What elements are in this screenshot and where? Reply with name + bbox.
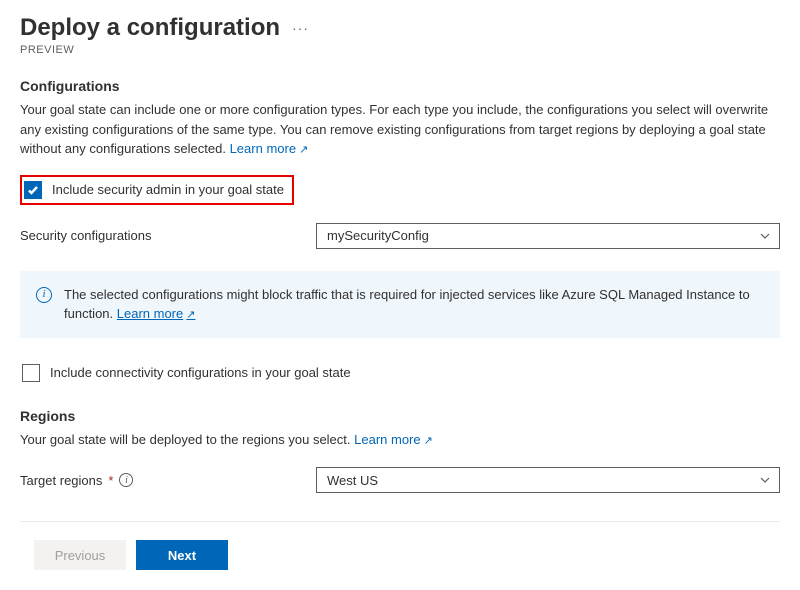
include-connectivity-row[interactable]: Include connectivity configurations in y…: [20, 360, 359, 386]
configurations-description: Your goal state can include one or more …: [20, 100, 780, 159]
security-config-dropdown[interactable]: mySecurityConfig: [316, 223, 780, 249]
include-connectivity-label: Include connectivity configurations in y…: [50, 365, 351, 380]
preview-badge: PREVIEW: [20, 44, 780, 56]
check-icon: [27, 184, 39, 196]
regions-heading: Regions: [20, 408, 780, 424]
external-link-icon: ↗: [424, 435, 433, 447]
more-actions-icon[interactable]: ···: [292, 20, 309, 36]
info-icon: i: [36, 287, 52, 303]
footer-divider: [20, 521, 780, 522]
regions-learn-more-link[interactable]: Learn more↗: [354, 432, 433, 447]
include-security-label: Include security admin in your goal stat…: [52, 182, 284, 197]
regions-description: Your goal state will be deployed to the …: [20, 430, 780, 450]
footer-bar: Previous Next: [20, 540, 780, 570]
include-security-row[interactable]: Include security admin in your goal stat…: [20, 175, 294, 205]
include-connectivity-checkbox[interactable]: [22, 364, 40, 382]
target-regions-value: West US: [327, 473, 378, 488]
configurations-learn-more-link[interactable]: Learn more↗: [230, 141, 309, 156]
chevron-down-icon: [759, 230, 771, 242]
info-banner-learn-more-link[interactable]: Learn more↗: [117, 306, 196, 321]
configurations-heading: Configurations: [20, 78, 780, 94]
include-security-checkbox[interactable]: [24, 181, 42, 199]
info-banner: i The selected configurations might bloc…: [20, 271, 780, 338]
external-link-icon: ↗: [186, 309, 195, 321]
required-indicator: *: [108, 473, 113, 488]
target-regions-dropdown[interactable]: West US: [316, 467, 780, 493]
chevron-down-icon: [759, 474, 771, 486]
page-title: Deploy a configuration: [20, 14, 280, 42]
next-button[interactable]: Next: [136, 540, 228, 570]
target-regions-label: Target regions * i: [20, 473, 316, 488]
security-config-label: Security configurations: [20, 228, 316, 243]
security-config-value: mySecurityConfig: [327, 228, 429, 243]
external-link-icon: ↗: [299, 144, 308, 156]
info-icon[interactable]: i: [119, 473, 133, 487]
previous-button[interactable]: Previous: [34, 540, 126, 570]
